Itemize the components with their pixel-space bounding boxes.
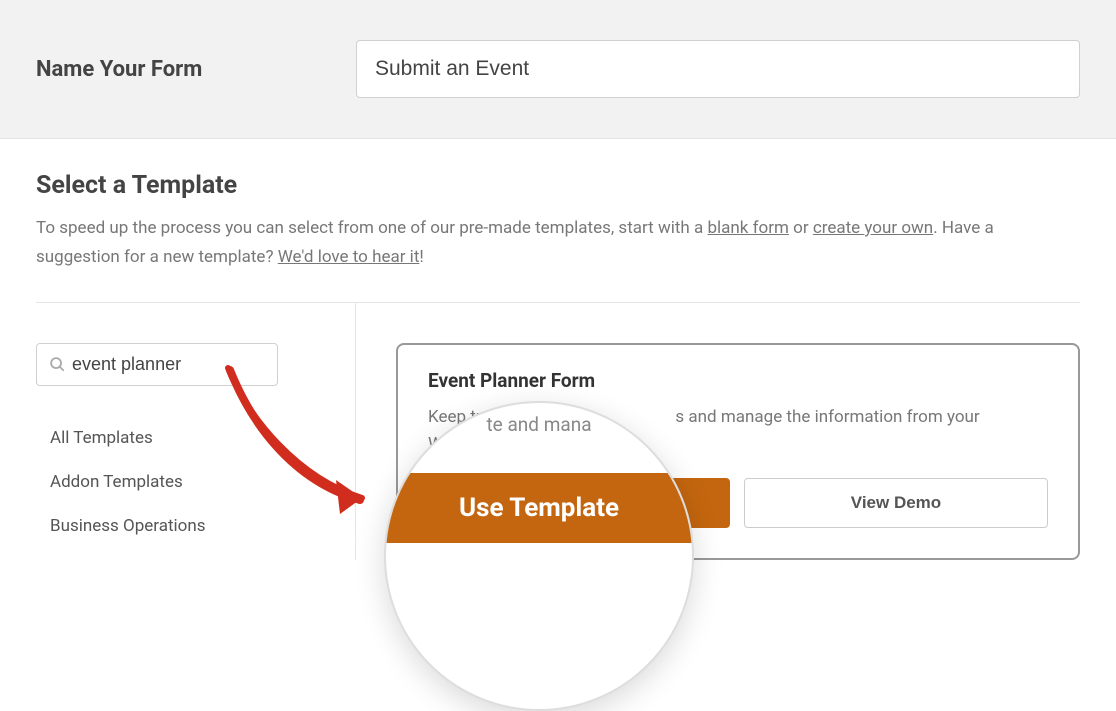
template-card-buttons: Use Template View Demo [428, 478, 1048, 528]
name-form-header: Name Your Form [0, 0, 1116, 139]
name-form-label: Name Your Form [36, 57, 356, 82]
template-columns: All Templates Addon Templates Business O… [36, 302, 1080, 560]
use-template-button[interactable]: Use Template [428, 478, 730, 528]
card-desc-part1: Keep track of [428, 407, 532, 427]
search-input[interactable] [72, 354, 304, 375]
desc-text-4: ! [419, 247, 423, 267]
template-card-desc: Keep track of s and manage the informati… [428, 404, 1048, 458]
search-icon [49, 356, 66, 373]
create-own-link[interactable]: create your own [813, 218, 933, 238]
template-description: To speed up the process you can select f… [36, 214, 1080, 272]
desc-text-1: To speed up the process you can select f… [36, 218, 707, 238]
sidebar-item-all-templates[interactable]: All Templates [36, 416, 315, 460]
template-body: Select a Template To speed up the proces… [0, 139, 1116, 560]
view-demo-button[interactable]: View Demo [744, 478, 1048, 528]
sidebar-item-business-operations[interactable]: Business Operations [36, 504, 315, 548]
template-card-event-planner: Event Planner Form Keep track of s and m… [396, 343, 1080, 560]
template-main: Event Planner Form Keep track of s and m… [356, 303, 1080, 560]
template-sidebar: All Templates Addon Templates Business O… [36, 303, 356, 560]
select-template-title: Select a Template [36, 171, 1080, 200]
blank-form-link[interactable]: blank form [707, 218, 788, 238]
hear-it-link[interactable]: We'd love to hear it [278, 247, 420, 267]
template-search[interactable] [36, 343, 278, 386]
sidebar-item-addon-templates[interactable]: Addon Templates [36, 460, 315, 504]
template-card-title: Event Planner Form [428, 369, 1048, 392]
desc-text-2: or [789, 218, 813, 238]
form-name-input[interactable] [356, 40, 1080, 98]
